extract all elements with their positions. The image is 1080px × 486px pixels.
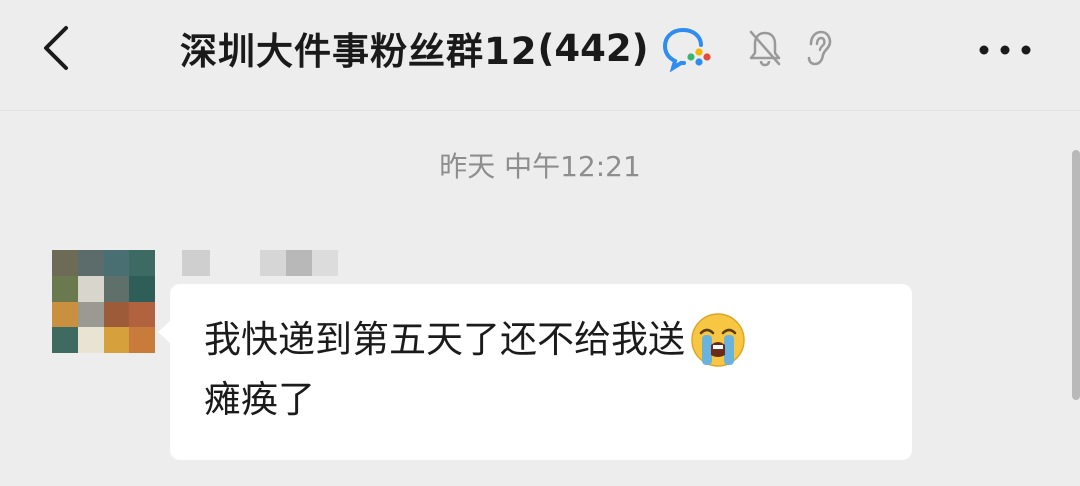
chat-title: 深圳大件事粉丝群12 (180, 30, 538, 73)
message-line: 我快递到第五天了还不给我送 (204, 310, 882, 370)
more-icon (979, 45, 1031, 55)
back-arrow-icon (44, 26, 68, 70)
back-button[interactable] (30, 20, 80, 76)
message-timestamp: 昨天 中午12:21 (439, 150, 641, 183)
member-count: (442) (537, 26, 649, 70)
chat-title-group: 深圳大件事粉丝群12 (442) (180, 18, 833, 78)
ear-icon (803, 28, 833, 68)
navigation-bar: 深圳大件事粉丝群12 (442) (0, 0, 1080, 111)
message-text-line2: 瘫痪了 (204, 378, 315, 421)
more-button[interactable] (970, 30, 1040, 70)
message-bubble[interactable]: 我快递到第五天了还不给我送 瘫痪了 (158, 284, 912, 460)
loudly-crying-face-emoji (689, 311, 747, 369)
avatar[interactable] (52, 250, 155, 353)
message-line-2: 瘫痪了 (204, 370, 882, 430)
scrollbar[interactable] (1072, 150, 1080, 400)
wecom-icon (661, 24, 717, 72)
message-text-line1: 我快递到第五天了还不给我送 (204, 318, 685, 361)
mute-bell-icon (747, 28, 783, 68)
bubble-tail (158, 320, 171, 344)
sender-name (182, 250, 338, 278)
